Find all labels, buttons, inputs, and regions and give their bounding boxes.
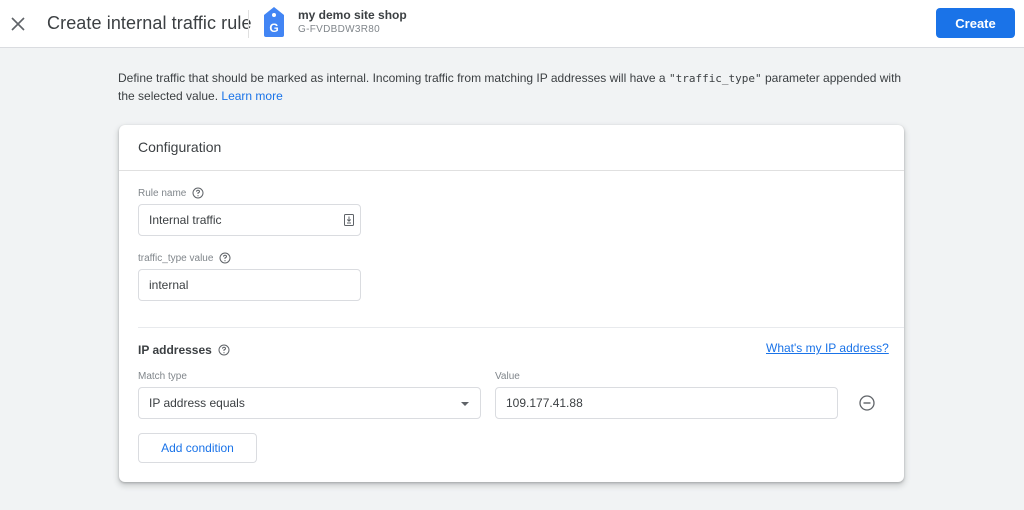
ip-addresses-title: IP addresses	[138, 343, 212, 357]
help-icon[interactable]	[219, 252, 231, 264]
close-button[interactable]	[6, 12, 30, 36]
property-id: G-FVDBDW3R80	[298, 24, 380, 35]
autofill-icon[interactable]	[343, 214, 355, 226]
traffic-type-code: "traffic_type"	[668, 72, 762, 85]
close-icon	[11, 17, 25, 31]
remove-circle-icon[interactable]	[859, 395, 875, 411]
ip-addresses-section-title: IP addresses	[138, 343, 230, 357]
add-condition-button[interactable]: Add condition	[138, 433, 257, 463]
rule-name-input[interactable]	[138, 204, 361, 236]
description: Define traffic that should be marked as …	[118, 70, 908, 104]
svg-text:G: G	[269, 21, 278, 35]
card-title: Configuration	[138, 139, 222, 155]
help-icon[interactable]	[218, 344, 230, 356]
configuration-card: Configuration Rule name traffic_type val…	[119, 125, 904, 482]
page-title: Create internal traffic rule	[47, 13, 252, 33]
google-analytics-tag-icon: G	[264, 7, 284, 37]
rule-name-label-text: Rule name	[138, 187, 187, 199]
card-divider	[119, 170, 904, 171]
traffic-type-label-text: traffic_type value	[138, 252, 214, 264]
traffic-type-input[interactable]	[138, 269, 361, 301]
help-icon[interactable]	[192, 187, 204, 199]
top-bar: Create internal traffic rule G my demo s…	[0, 0, 1024, 48]
match-type-select[interactable]: IP address equals	[138, 387, 481, 419]
learn-more-link[interactable]: Learn more	[221, 89, 282, 103]
whats-my-ip-link[interactable]: What's my IP address?	[766, 341, 889, 355]
title-divider	[248, 10, 249, 38]
match-type-value: IP address equals	[149, 396, 245, 410]
dropdown-arrow-icon	[461, 402, 469, 406]
value-label: Value	[495, 371, 520, 382]
section-divider	[138, 327, 904, 328]
description-text: Define traffic that should be marked as …	[118, 71, 669, 85]
property-name[interactable]: my demo site shop	[298, 8, 407, 22]
match-type-label: Match type	[138, 371, 187, 382]
create-button[interactable]: Create	[936, 8, 1015, 38]
ip-value-input[interactable]	[495, 387, 838, 419]
rule-name-label: Rule name	[138, 187, 204, 199]
traffic-type-label: traffic_type value	[138, 252, 231, 264]
